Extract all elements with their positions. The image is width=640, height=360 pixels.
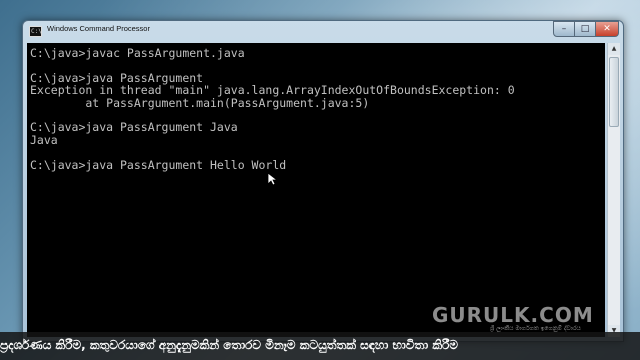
scroll-up-icon[interactable]: ▲ (608, 43, 620, 55)
console-text: C:\java>javac PassArgument.java C:\java>… (30, 46, 515, 172)
mouse-pointer-icon (267, 172, 277, 186)
minimize-button[interactable]: – (553, 21, 575, 37)
cmd-icon: C:\ (29, 26, 42, 37)
title-bar[interactable]: C:\ Windows Command Processor – □ ✕ (23, 21, 623, 42)
vertical-scrollbar[interactable]: ▲ ▼ (607, 43, 620, 337)
console-output[interactable]: C:\java>javac PassArgument.java C:\java>… (27, 43, 605, 337)
window-title: Windows Command Processor (47, 24, 150, 33)
maximize-button[interactable]: □ (574, 21, 596, 37)
subtitle-bar: ප්‍රදර්ශණය කිරීම, කතුවරයාගේ අනුදැනුමකින්… (0, 332, 640, 360)
scrollbar-thumb[interactable] (609, 57, 619, 127)
subtitle-text: ප්‍රදර්ශණය කිරීම, කතුවරයාගේ අනුදැනුමකින්… (0, 338, 458, 352)
close-button[interactable]: ✕ (595, 21, 619, 37)
command-prompt-window[interactable]: C:\ Windows Command Processor – □ ✕ C:\j… (22, 20, 624, 342)
watermark-logo: GURULK.COM (432, 303, 594, 327)
